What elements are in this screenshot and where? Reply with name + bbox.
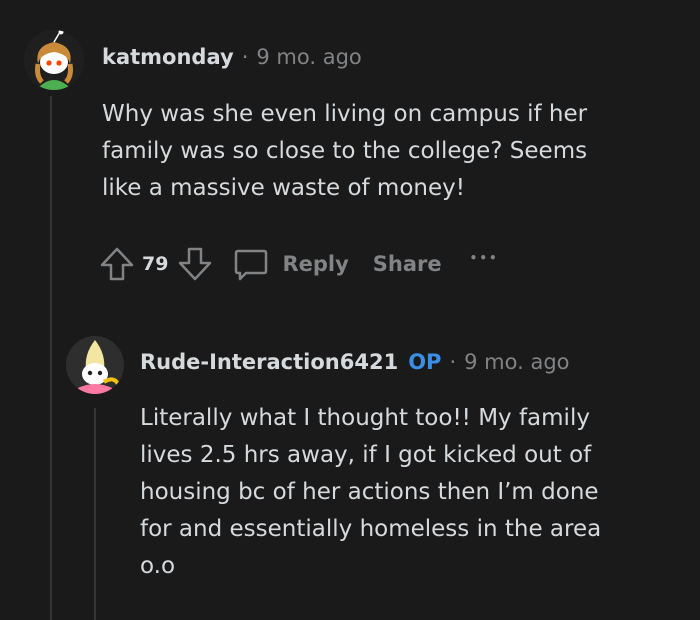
upvote-icon[interactable] <box>98 245 136 283</box>
timestamp[interactable]: 9 mo. ago <box>256 45 361 69</box>
banana-avatar-icon <box>66 336 124 394</box>
comment-line: family was so close to the college? Seem… <box>102 138 588 164</box>
vote-count: 79 <box>142 253 169 275</box>
timestamp[interactable]: 9 mo. ago <box>464 350 569 374</box>
comment-line: lives 2.5 hrs away, if I got kicked out … <box>140 442 592 468</box>
reply-body: Literally what I thought too!! My family… <box>140 400 601 585</box>
comment-line: Why was she even living on campus if her <box>102 101 588 127</box>
username[interactable]: katmonday <box>102 45 234 69</box>
reply-label: Reply <box>282 252 349 276</box>
comment-line: for and essentially homeless in the area <box>140 516 602 542</box>
reply-button[interactable]: Reply <box>232 245 349 283</box>
comment-line: o.o <box>140 553 176 579</box>
comment-actions: 79 Reply Share ••• <box>98 244 499 284</box>
thread-line-reply[interactable] <box>94 408 96 620</box>
downvote-icon[interactable] <box>176 245 214 283</box>
comment-meta: katmonday · 9 mo. ago <box>102 45 362 69</box>
comment-icon <box>232 245 270 283</box>
share-button[interactable]: Share <box>373 252 442 276</box>
separator-dot: · <box>449 350 457 374</box>
reply-meta: Rude-Interaction6421 OP · 9 mo. ago <box>140 350 570 374</box>
comment-body: Why was she even living on campus if her… <box>102 96 587 207</box>
comment-line: like a massive waste of money! <box>102 175 465 201</box>
more-icon[interactable]: ••• <box>470 251 499 265</box>
avatar-banana[interactable] <box>66 336 124 394</box>
username[interactable]: Rude-Interaction6421 <box>140 350 398 374</box>
comment-line: Literally what I thought too!! My family <box>140 405 590 431</box>
op-badge: OP <box>408 350 442 374</box>
separator-dot: · <box>241 45 249 69</box>
comment-line: housing bc of her actions then I’m done <box>140 479 599 505</box>
thread-line-main[interactable] <box>50 96 52 620</box>
avatar-katmonday[interactable] <box>24 30 84 90</box>
snoo-avatar-icon <box>24 30 84 90</box>
